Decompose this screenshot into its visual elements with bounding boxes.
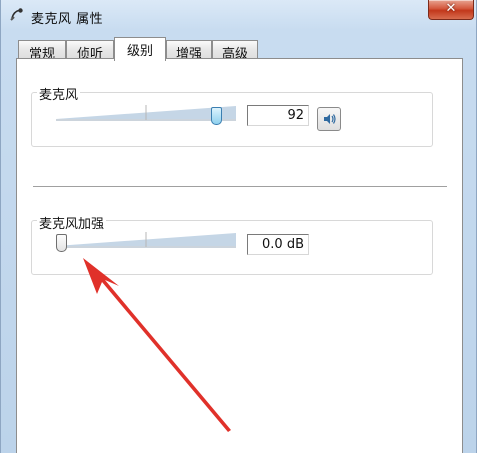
slider-track xyxy=(56,105,236,121)
boost-slider-thumb[interactable] xyxy=(56,234,67,252)
microphone-slider[interactable] xyxy=(56,104,236,126)
tab-enhancements[interactable]: 增强 xyxy=(166,40,212,62)
boost-level-field[interactable]: 0.0 dB xyxy=(247,234,309,255)
close-button[interactable]: ✕ xyxy=(428,0,474,20)
tab-bar: 常规 侦听 级别 增强 高级 xyxy=(16,37,466,62)
section-divider xyxy=(33,186,447,187)
window-title: 麦克风 属性 xyxy=(31,12,104,27)
boost-label: 麦克风加强 xyxy=(37,213,107,232)
tab-levels[interactable]: 级别 xyxy=(114,37,166,61)
tab-label: 级别 xyxy=(126,44,153,59)
microphone-level-field[interactable]: 92 xyxy=(247,105,309,126)
tab-general[interactable]: 常规 xyxy=(18,40,66,62)
mute-button[interactable] xyxy=(317,107,341,131)
slider-track xyxy=(56,232,236,248)
microphone-slider-thumb[interactable] xyxy=(211,107,222,125)
tab-listen[interactable]: 侦听 xyxy=(66,40,114,62)
close-icon: ✕ xyxy=(445,1,457,16)
microphone-icon xyxy=(10,8,23,21)
properties-window: 麦克风 属性 ✕ 常规 侦听 级别 增强 高级 麦克风 92 麦克风加强 0.0… xyxy=(0,0,477,453)
levels-panel: 麦克风 92 麦克风加强 0.0 dB xyxy=(16,58,463,453)
boost-slider[interactable] xyxy=(56,231,236,253)
tab-advanced[interactable]: 高级 xyxy=(212,40,258,62)
title-bar[interactable]: 麦克风 属性 ✕ xyxy=(1,0,477,30)
speaker-icon xyxy=(324,114,336,124)
microphone-label: 麦克风 xyxy=(37,84,81,103)
